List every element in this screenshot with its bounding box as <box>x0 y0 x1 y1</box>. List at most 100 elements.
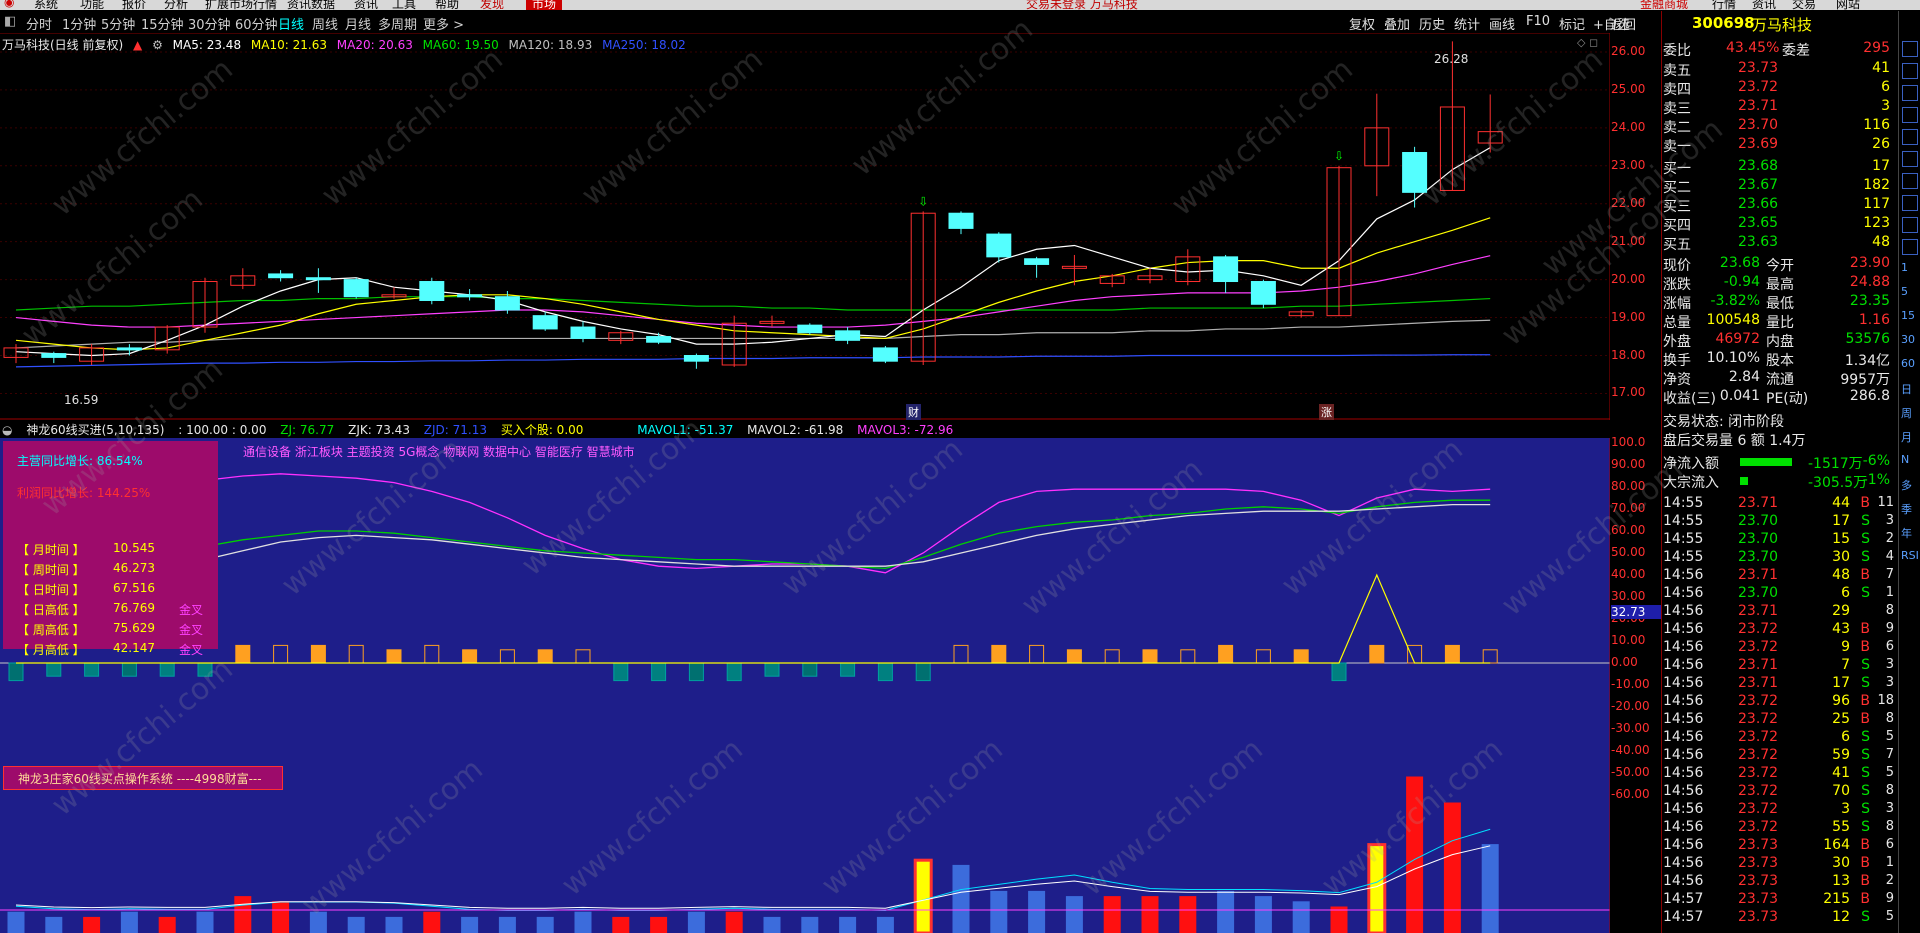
sidebar-period-icon[interactable]: 年 <box>1901 525 1912 541</box>
tick-volume: 3 <box>1841 801 1850 817</box>
menu-item[interactable]: 资讯数据 <box>287 0 335 10</box>
signal-bar-up <box>499 649 515 664</box>
sidebar-tool-icon[interactable] <box>1902 129 1918 145</box>
tick-volume: 29 <box>1832 603 1850 619</box>
marker-zhang: 涨 <box>1319 404 1334 420</box>
tick-count: 4 <box>1885 549 1894 564</box>
bid-label: 买一 <box>1663 161 1691 177</box>
kline-chart[interactable]: ⇩⇩ <box>0 33 1610 420</box>
signal-bar-down <box>840 662 856 677</box>
stat-label: PE(动) <box>1766 391 1809 407</box>
tick-row: 14:56 23.72 59 S 7 <box>1662 747 1896 766</box>
sidebar-period-icon[interactable]: 日 <box>1901 381 1912 397</box>
sidebar-tool-icon[interactable] <box>1902 195 1918 211</box>
btn-tongji[interactable]: 统计 <box>1454 14 1480 33</box>
period-1min[interactable]: 1分钟 <box>62 14 96 33</box>
candle-down <box>268 273 294 279</box>
sidebar-period-icon[interactable]: 30 <box>1901 333 1915 346</box>
sidebar-period-icon[interactable]: 周 <box>1901 405 1912 421</box>
ask-volume: 116 <box>1863 117 1890 133</box>
stat-row: 涨跌 -0.94 最高 24.88 <box>1662 274 1896 293</box>
sidebar-period-icon[interactable]: 60 <box>1901 357 1915 370</box>
volume-bar <box>1065 896 1083 933</box>
btn-biaoji[interactable]: 标记 <box>1559 14 1585 33</box>
volume-bar <box>1141 896 1159 933</box>
panel-toggle-icon[interactable]: ◧ <box>4 14 16 29</box>
sidebar-period-icon[interactable]: N <box>1901 453 1909 466</box>
tick-count: 9 <box>1885 621 1894 636</box>
tick-time: 14:56 <box>1663 801 1704 817</box>
menu-market[interactable]: 市场 <box>526 0 563 10</box>
btn-lishi[interactable]: 历史 <box>1419 14 1445 33</box>
period-fenshi[interactable]: 分时 <box>26 14 52 33</box>
sidebar-period-icon[interactable]: 15 <box>1901 309 1915 322</box>
chart-options-icon[interactable]: ◇ ◻ <box>1577 36 1598 49</box>
sidebar-period-icon[interactable]: 季 <box>1901 501 1912 517</box>
period-15min[interactable]: 15分钟 <box>141 14 184 33</box>
menu-item[interactable]: 帮助 <box>435 0 459 10</box>
sidebar-period-icon[interactable]: 5 <box>1901 285 1908 298</box>
period-weekly[interactable]: 周线 <box>312 14 338 33</box>
sidebar-period-icon[interactable]: 1 <box>1901 261 1908 274</box>
sidebar-tool-icon[interactable] <box>1902 85 1918 101</box>
candle-down <box>494 296 520 311</box>
sidebar-period-icon[interactable]: 月 <box>1901 429 1912 445</box>
indicator-chart[interactable] <box>0 438 1610 933</box>
menu-item[interactable]: 分析 <box>164 0 188 10</box>
tick-volume: 55 <box>1832 819 1850 835</box>
candle-down <box>41 353 67 358</box>
menu-item[interactable]: 工具 <box>392 0 416 10</box>
sidebar-tool-icon[interactable] <box>1902 107 1918 123</box>
net-inflow-pct: -6% <box>1862 453 1890 469</box>
period-multi[interactable]: 多周期 <box>378 14 417 33</box>
settings-icon[interactable]: ⚙ <box>152 38 163 52</box>
btn-diejia[interactable]: 叠加 <box>1384 14 1410 33</box>
tick-volume: 6 <box>1841 585 1850 601</box>
period-30min[interactable]: 30分钟 <box>188 14 231 33</box>
tick-count: 3 <box>1885 801 1894 816</box>
bid-volume: 17 <box>1872 158 1890 174</box>
sidebar-tool-icon[interactable] <box>1902 41 1918 57</box>
menu-item[interactable]: 报价 <box>122 0 146 10</box>
stat-label: 总量 <box>1663 315 1691 331</box>
tick-count: 6 <box>1885 837 1894 852</box>
sidebar-period-icon[interactable]: RSI <box>1901 549 1919 562</box>
quote-header: 300698 万马科技 <box>1662 14 1896 34</box>
btn-f10[interactable]: F10 <box>1526 14 1550 29</box>
sidebar-tool-icon[interactable] <box>1902 173 1918 189</box>
candle-down <box>532 315 558 330</box>
menu-right-item[interactable]: 网站 <box>1836 0 1860 10</box>
sidebar-period-icon[interactable]: 多 <box>1901 477 1912 493</box>
trade-status: 交易状态: 闭市阶段 <box>1663 414 1785 430</box>
indicator-axis-label: 30.00 <box>1611 589 1646 603</box>
info-row-tag: 金叉 <box>179 603 204 617</box>
menu-right-item[interactable]: 行情 <box>1712 0 1736 10</box>
menu-item[interactable]: 功能 <box>80 0 104 10</box>
btn-fuquan[interactable]: 复权 <box>1349 14 1375 33</box>
tick-time: 14:55 <box>1663 549 1704 565</box>
menu-item[interactable]: 扩展市场行情 <box>205 0 277 10</box>
tick-price: 23.72 <box>1738 639 1779 655</box>
menu-right-item[interactable]: 资讯 <box>1752 0 1776 10</box>
menu-item[interactable]: 资讯 <box>354 0 378 10</box>
period-daily[interactable]: 日线 <box>278 14 304 33</box>
period-more[interactable]: 更多 > <box>423 14 464 33</box>
menu-item[interactable]: 系统 <box>34 0 58 10</box>
volume-bar <box>7 911 25 933</box>
mavol2-value: MAVOL2: -61.98 <box>747 423 844 437</box>
period-monthly[interactable]: 月线 <box>345 14 371 33</box>
menu-fx[interactable]: 发现 <box>480 0 504 10</box>
fundamental-info-box: 主营同比增长: 86.54% 利润同比增长: 144.25% 【 月时间 】 10… <box>3 441 218 657</box>
sidebar-tool-icon[interactable] <box>1902 63 1918 79</box>
btn-fanhui[interactable]: 返回 <box>1610 14 1636 33</box>
stat-label: 流通 <box>1766 372 1794 388</box>
period-5min[interactable]: 5分钟 <box>101 14 135 33</box>
btn-huaxian[interactable]: 画线 <box>1489 14 1515 33</box>
period-60min[interactable]: 60分钟 <box>235 14 278 33</box>
collapse-icon[interactable]: ◒ <box>2 423 12 437</box>
sidebar-tool-icon[interactable] <box>1902 151 1918 167</box>
menu-right-item[interactable]: 交易 <box>1792 0 1816 10</box>
sidebar-tool-icon[interactable] <box>1902 217 1918 233</box>
sidebar-tool-icon[interactable] <box>1902 239 1918 255</box>
menu-right-item[interactable]: 金融商城 <box>1640 0 1688 10</box>
